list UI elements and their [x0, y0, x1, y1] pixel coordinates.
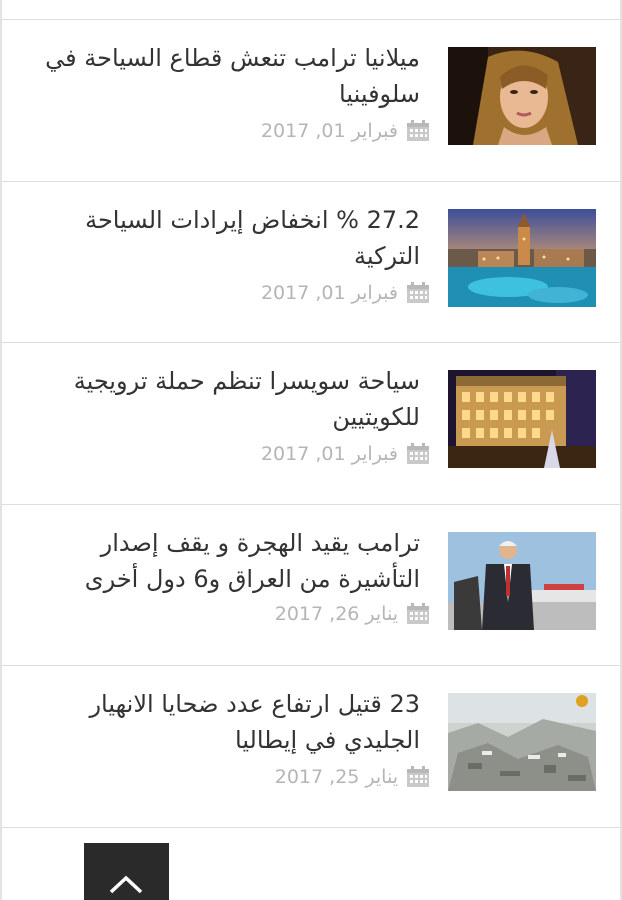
news-list-page: ميلانيا ترامب تنعش قطاع السياحة في سلوفي… — [0, 0, 622, 900]
calendar-icon — [406, 603, 430, 625]
article-date: يناير 25, 2017 — [275, 766, 430, 788]
article-title-link[interactable]: 27.2 % انخفاض إيرادات السياحة التركية — [25, 202, 420, 274]
article-date: فبراير 01, 2017 — [261, 443, 430, 465]
article-thumbnail[interactable] — [448, 209, 596, 307]
article-item[interactable]: 23 قتيل ارتفاع عدد ضحايا الانهيار الجليد… — [2, 666, 620, 826]
article-date: يناير 26, 2017 — [275, 603, 430, 625]
divider — [2, 827, 620, 828]
article-date: فبراير 01, 2017 — [261, 120, 430, 142]
calendar-icon — [406, 766, 430, 788]
calendar-icon — [406, 120, 430, 142]
article-item[interactable]: ميلانيا ترامب تنعش قطاع السياحة في سلوفي… — [2, 20, 620, 180]
article-item[interactable]: 27.2 % انخفاض إيرادات السياحة التركية فب… — [2, 182, 620, 342]
article-title-link[interactable]: ميلانيا ترامب تنعش قطاع السياحة في سلوفي… — [25, 40, 420, 112]
article-title-link[interactable]: 23 قتيل ارتفاع عدد ضحايا الانهيار الجليد… — [25, 686, 420, 758]
date-text: فبراير 01, 2017 — [260, 120, 398, 142]
article-date: فبراير 01, 2017 — [261, 282, 430, 304]
article-thumbnail[interactable] — [448, 693, 596, 791]
date-text: يناير 25, 2017 — [274, 766, 398, 788]
chevron-up-icon — [109, 875, 143, 894]
calendar-icon — [406, 282, 430, 304]
date-text: يناير 26, 2017 — [274, 603, 398, 625]
article-thumbnail[interactable] — [448, 47, 596, 145]
article-title-link[interactable]: سياحة سويسرا تنظم حملة ترويجية للكويتيين — [25, 363, 420, 435]
date-text: فبراير 01, 2017 — [260, 282, 398, 304]
article-title-link[interactable]: ترامب يقيد الهجرة و يقف إصدار التأشيرة م… — [25, 525, 420, 597]
date-text: فبراير 01, 2017 — [260, 443, 398, 465]
article-thumbnail[interactable] — [448, 532, 596, 630]
article-item[interactable]: سياحة سويسرا تنظم حملة ترويجية للكويتيين… — [2, 343, 620, 503]
calendar-icon — [406, 443, 430, 465]
article-thumbnail[interactable] — [448, 370, 596, 468]
article-item[interactable]: ترامب يقيد الهجرة و يقف إصدار التأشيرة م… — [2, 505, 620, 665]
back-to-top-button[interactable] — [84, 843, 169, 900]
